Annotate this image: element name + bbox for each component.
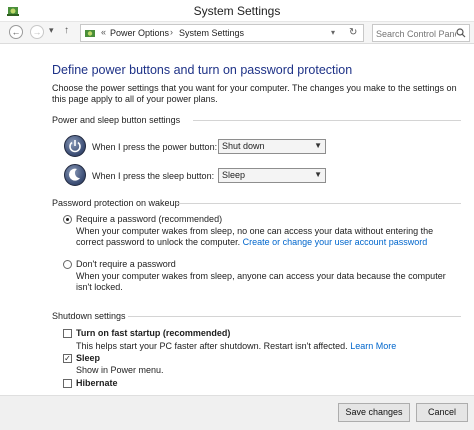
search-box[interactable] bbox=[372, 24, 470, 42]
back-arrow-icon[interactable]: ← bbox=[9, 25, 23, 39]
breadcrumb-separator-icon[interactable]: › bbox=[170, 27, 173, 37]
fast-startup-checkbox[interactable] bbox=[63, 329, 72, 338]
power-button-select[interactable]: Shut down ▼ bbox=[218, 139, 326, 154]
moon-icon bbox=[69, 168, 80, 181]
chevron-down-icon: ▼ bbox=[314, 170, 322, 179]
cancel-button[interactable]: Cancel bbox=[416, 403, 468, 422]
navigation-bar: ← → ▾ ↑ « Power Options › System Setting… bbox=[0, 22, 474, 44]
fast-startup-desc: This helps start your PC faster after sh… bbox=[76, 341, 396, 351]
power-symbol-icon bbox=[69, 140, 81, 153]
create-password-link[interactable]: Create or change your user account passw… bbox=[243, 237, 428, 247]
chevron-down-icon: ▼ bbox=[314, 141, 322, 150]
require-password-desc: When your computer wakes from sleep, no … bbox=[76, 226, 460, 248]
address-bar[interactable]: « Power Options › System Settings ▾ ↻ bbox=[80, 24, 364, 42]
wakeup-group-label: Password protection on wakeup bbox=[52, 198, 180, 208]
breadcrumb-system-settings[interactable]: System Settings bbox=[179, 28, 244, 38]
refresh-icon[interactable]: ↻ bbox=[349, 27, 357, 38]
up-arrow-icon[interactable]: ↑ bbox=[64, 25, 69, 36]
fast-startup-label[interactable]: Turn on fast startup (recommended) bbox=[76, 328, 230, 338]
sleep-button-label: When I press the sleep button: bbox=[92, 171, 215, 181]
hibernate-label[interactable]: Hibernate bbox=[76, 378, 118, 388]
group-divider bbox=[193, 120, 461, 121]
group-divider bbox=[177, 203, 461, 204]
shutdown-group-label: Shutdown settings bbox=[52, 311, 126, 321]
footer-bar: Save changes Cancel bbox=[0, 395, 474, 430]
breadcrumb-power-options[interactable]: Power Options bbox=[110, 28, 169, 38]
main-content: Define power buttons and turn on passwor… bbox=[0, 45, 474, 395]
power-button-icon bbox=[64, 135, 86, 157]
require-password-label[interactable]: Require a password (recommended) bbox=[76, 214, 222, 224]
sleep-desc: Show in Power menu. bbox=[76, 365, 164, 375]
search-input[interactable] bbox=[376, 27, 456, 40]
sleep-button-select[interactable]: Sleep ▼ bbox=[218, 168, 326, 183]
hibernate-checkbox[interactable] bbox=[63, 379, 72, 388]
save-changes-button[interactable]: Save changes bbox=[338, 403, 410, 422]
require-password-radio[interactable] bbox=[63, 215, 72, 224]
dont-require-password-label[interactable]: Don't require a password bbox=[76, 259, 176, 269]
power-button-label: When I press the power button: bbox=[92, 142, 218, 152]
sleep-button-value: Sleep bbox=[222, 170, 246, 180]
recent-pages-dropdown-icon[interactable]: ▾ bbox=[49, 25, 54, 36]
search-icon[interactable] bbox=[456, 28, 466, 38]
address-overflow[interactable]: « bbox=[101, 27, 106, 37]
dont-require-password-desc: When your computer wakes from sleep, any… bbox=[76, 271, 446, 292]
control-panel-icon bbox=[85, 30, 95, 37]
dont-require-password-radio[interactable] bbox=[63, 260, 72, 269]
fast-startup-desc-text: This helps start your PC faster after sh… bbox=[76, 341, 348, 351]
power-sleep-group-label: Power and sleep button settings bbox=[52, 115, 181, 125]
window-title: System Settings bbox=[193, 4, 281, 18]
sleep-button-icon bbox=[64, 164, 86, 186]
title-bar: System Settings bbox=[0, 0, 474, 22]
group-divider bbox=[128, 316, 461, 317]
learn-more-link[interactable]: Learn More bbox=[350, 341, 396, 351]
forward-arrow-icon[interactable]: → bbox=[30, 25, 44, 39]
page-intro: Choose the power settings that you want … bbox=[52, 83, 457, 104]
address-dropdown-icon[interactable]: ▾ bbox=[331, 28, 335, 37]
power-button-value: Shut down bbox=[222, 141, 265, 151]
sleep-checkbox[interactable]: ✓ bbox=[63, 354, 72, 363]
page-heading: Define power buttons and turn on passwor… bbox=[52, 63, 353, 77]
sleep-label[interactable]: Sleep bbox=[76, 353, 100, 363]
